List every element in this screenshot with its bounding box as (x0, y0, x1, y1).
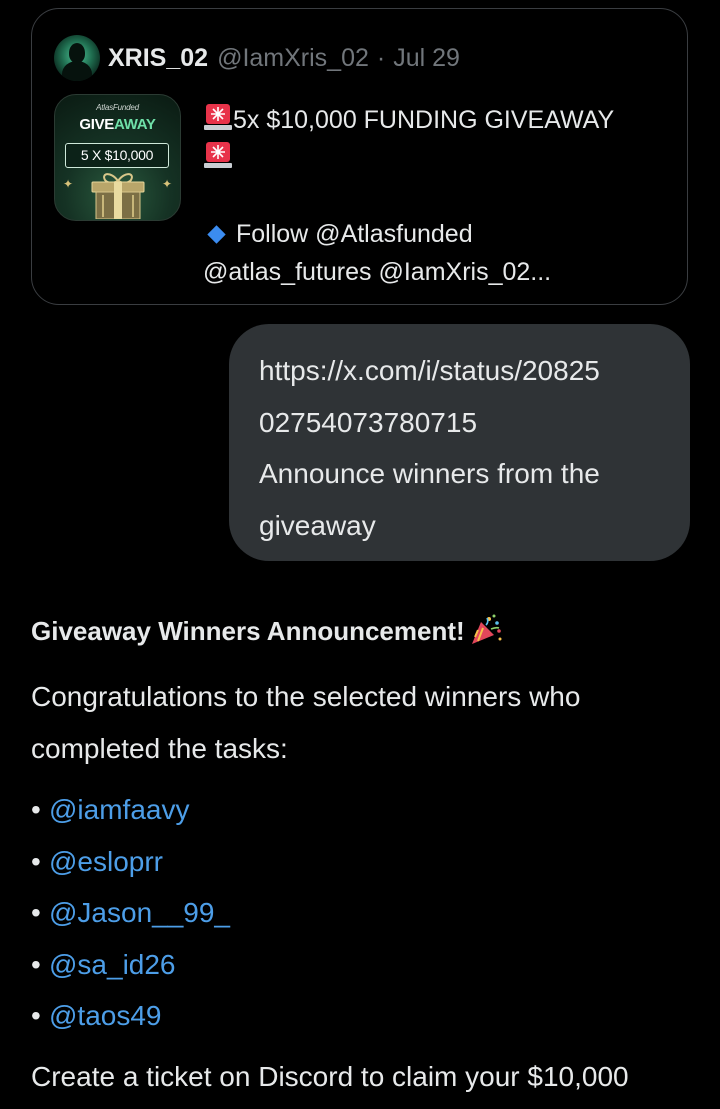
assistant-response: Giveaway Winners Announcement! Congratul… (31, 605, 701, 1103)
blue-diamond-icon (207, 225, 226, 244)
gift-box-icon (91, 173, 145, 219)
response-heading: Giveaway Winners Announcement! (31, 605, 701, 657)
sparkle-icon: ✦ (161, 177, 172, 191)
response-footer: Create a ticket on Discord to claim your… (31, 1060, 629, 1092)
thumbnail-brand: AtlasFunded (96, 103, 139, 112)
avatar-head (69, 43, 85, 63)
list-item: • @iamfaavy (31, 784, 701, 836)
list-bullet: • (31, 794, 41, 825)
winners-list: • @iamfaavy • @esloprr • @Jason__99_ • @sa_i… (31, 784, 701, 1042)
author-avatar[interactable] (54, 35, 100, 81)
party-popper-icon (471, 614, 502, 644)
tweet-siren-row (203, 139, 673, 177)
sparkle-icon: ✦ (63, 177, 74, 191)
user-message-line: https://x.com/i/status/20825 (259, 355, 600, 386)
response-intro-line: completed the tasks: (31, 733, 288, 764)
list-item: • @taos49 (31, 990, 701, 1042)
list-item: • @esloprr (31, 836, 701, 888)
tweet-date[interactable]: Jul 29 (393, 44, 460, 73)
tweet-follow-row: Follow @Atlasfunded (203, 215, 673, 253)
police-light-icon (204, 142, 232, 168)
winner-handle-link[interactable]: @sa_id26 (49, 949, 176, 980)
avatar-body (62, 61, 92, 81)
list-bullet: • (31, 948, 41, 980)
response-intro: Congratulations to the selected winners … (31, 671, 701, 775)
winner-handle-link[interactable]: @Jason__99_ (49, 897, 230, 928)
user-message-bubble: https://x.com/i/status/20825 02754073780… (229, 324, 690, 561)
header-separator: · (376, 43, 386, 72)
winner-handle-link[interactable]: @taos49 (49, 1000, 162, 1031)
user-message-line: 02754073780715 (259, 406, 478, 438)
tweet-mentions-row: @atlas_futures @IamXris_02... (203, 258, 552, 286)
user-message-line: Announce winners from the (259, 458, 600, 489)
list-bullet: • (31, 845, 41, 877)
tweet-headline-row: 5x $10,000 FUNDING GIVEAWAY (203, 101, 673, 139)
user-message-line: giveaway (259, 509, 376, 541)
author-name[interactable]: XRIS_02 (108, 44, 208, 73)
response-heading-text: Giveaway Winners Announcement! (31, 616, 465, 646)
winner-handle-link[interactable]: @iamfaavy (49, 794, 189, 825)
conversation-view: XRIS_02 @IamXris_02 · Jul 29 AtlasFunded… (0, 0, 720, 1109)
list-item: • @sa_id26 (31, 939, 701, 991)
thumbnail-title-prefix: GIVE (79, 116, 115, 133)
tweet-follow-text: Follow @Atlasfunded (236, 220, 473, 248)
author-handle[interactable]: @IamXris_02 (217, 44, 369, 73)
thumbnail-badge: 5 X $10,000 (65, 143, 169, 168)
police-light-icon (204, 104, 232, 130)
thumbnail-title: GIVEAWAY (55, 116, 180, 133)
quoted-tweet-text: 5x $10,000 FUNDING GIVEAWAY Follow @Atla… (203, 101, 673, 291)
list-item: • @Jason__99_ (31, 887, 701, 939)
tweet-media-thumbnail[interactable]: AtlasFunded GIVEAWAY 5 X $10,000 ✦ ✦ (54, 94, 181, 221)
list-bullet: • (31, 1000, 41, 1031)
thumbnail-title-accent: AWAY (114, 116, 156, 133)
quoted-tweet-header: XRIS_02 @IamXris_02 · Jul 29 (54, 35, 460, 81)
list-bullet: • (31, 897, 41, 928)
winner-handle-link[interactable]: @esloprr (49, 846, 163, 877)
quoted-tweet-card[interactable]: XRIS_02 @IamXris_02 · Jul 29 AtlasFunded… (31, 8, 688, 305)
tweet-headline: 5x $10,000 FUNDING GIVEAWAY (233, 106, 615, 134)
response-intro-line: Congratulations to the selected winners … (31, 681, 581, 712)
